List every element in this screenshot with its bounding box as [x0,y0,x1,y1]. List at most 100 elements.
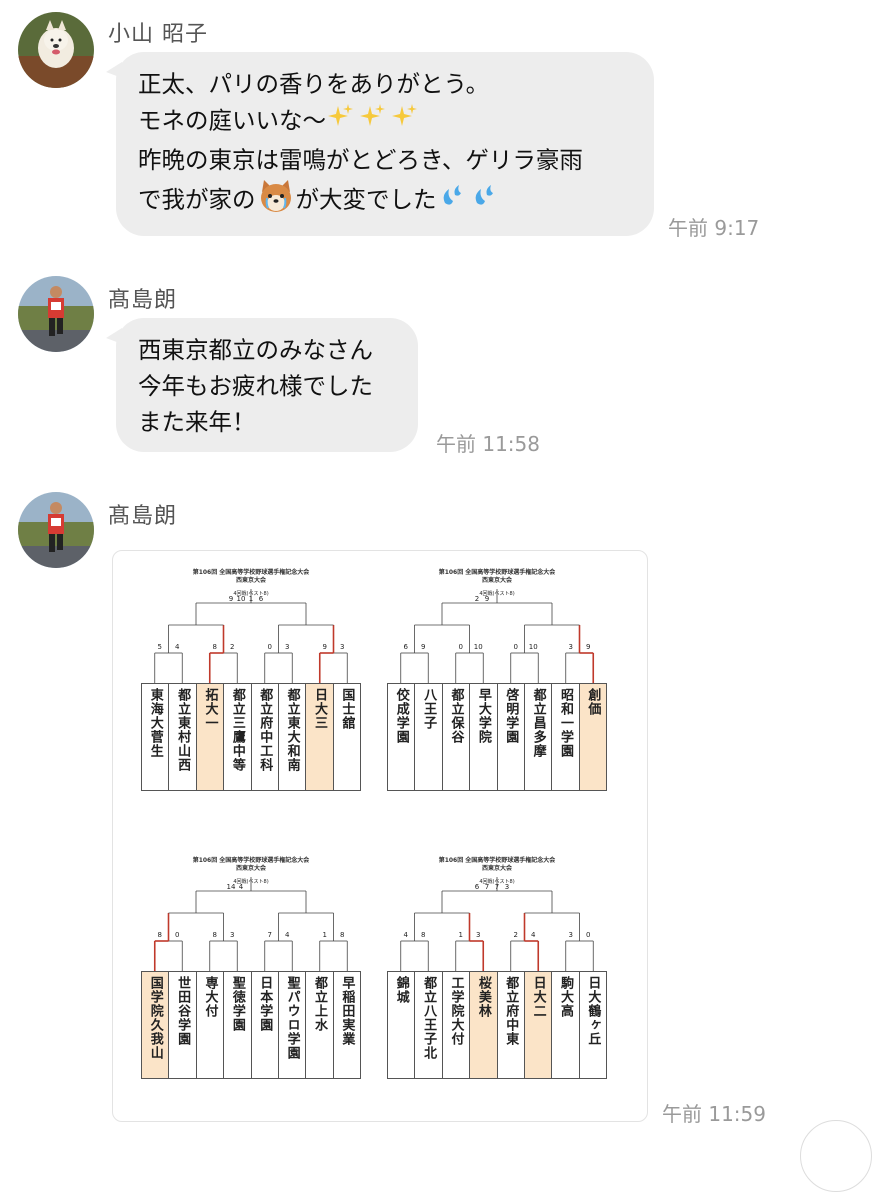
team-name: 昭和一学園 [551,683,579,791]
bracket-label: 9 [421,643,425,651]
bracket-label: 9 [586,643,590,651]
bracket-label: 8 [158,931,162,939]
sender-name: 小山 昭子 [108,22,208,47]
sweat-droplets-emoji-icon [437,181,503,221]
bracket-label: 3 [569,643,573,651]
team-name: 都立保谷 [441,683,470,791]
crying-dog-emoji-icon [256,178,296,224]
team-name: 駒大高 [551,971,579,1079]
bracket-label: 3 [285,643,289,651]
bracket-label: 4回戦(ベスト8) [479,878,514,885]
team-name: 聖徳学園 [223,971,251,1079]
message-text: が大変でした [295,185,437,214]
team-name: 佼成学園 [387,683,415,791]
team-name: 都立三鷹中等 [223,683,251,791]
bracket-label: 9 [323,643,327,651]
team-name: 日大三 [305,683,333,791]
bracket-label: 10 [529,643,538,651]
team-name: 専大付 [195,971,224,1079]
team-name: 国士舘 [332,683,361,791]
bracket-label: 4 [285,931,290,939]
bracket-label: 0 [175,931,179,939]
team-name: 都立昌多摩 [523,683,552,791]
message-line: また来年！ [138,408,256,436]
message-line-with-sparkles: モネの庭いいな〜 [138,102,632,142]
sender-name: 髙島朗 [108,504,178,529]
team-name: 創価 [578,683,607,791]
bracket-label: 8 [213,643,217,651]
bracket-label: 2 [514,931,518,939]
avatar[interactable] [18,492,94,568]
bracket-lines: 5 4 8 2 0 3 9 39 10 1 64回戦(ベスト8) [154,589,348,683]
team-name: 都立八王子北 [414,971,442,1079]
bracket-label: 1 [459,931,463,939]
message-line: 西東京都立のみなさん [138,336,373,364]
team-name: 都立府中東 [496,971,524,1079]
message-bubble[interactable]: 正太、パリの香りをありがとう。 モネの庭いいな〜 昨晩の東京は雷鳴がとどろき、ゲ… [106,52,654,236]
bracket-label: 8 [340,931,344,939]
message-line-with-emoji: で我が家の が大変でした [138,178,632,224]
bracket-label: 4回戦(ベスト8) [479,590,514,597]
team-name: 東海大菅生 [141,683,169,791]
message-line: 今年もお疲れ様でした [138,372,373,400]
bracket-label: 0 [459,643,463,651]
team-row: 錦城 都立八王子北 工学院大付 桜美林 都立府中東 日大二 駒大高 日大鶴ヶ丘 [387,971,607,1079]
team-row: 国学院久我山 世田谷学園 専大付 聖徳学園 日本学園 聖パウロ学園 都立上水 早稲田実業 [141,971,361,1079]
message-text: モネの庭いいな〜 [138,106,326,135]
team-name: 錦城 [387,971,415,1079]
team-name: 拓大一 [195,683,224,791]
message-bubble[interactable]: 西東京都立のみなさん 今年もお疲れ様でした また来年！ [106,318,418,452]
bracket-label: 0 [268,643,272,651]
bracket-label: 6 [404,643,409,651]
bracket-label: 0 [514,643,518,651]
scroll-to-bottom-button[interactable] [800,1120,872,1192]
message-timestamp: 午前 11:59 [662,1102,766,1126]
bracket-lines: 8 0 8 3 7 4 1 814 44回戦(ベスト8) [153,877,348,971]
bracket-panel: 第106回 全国高等学校野球選手権記念大会 西東京大会 6 9 0 10 0 10 3 9 2 9 4回… [387,563,607,833]
team-name: 桜美林 [469,971,497,1079]
bracket-label: 2 [230,643,234,651]
bracket-label: 3 [340,643,344,651]
team-row: 東海大菅生 都立東村山西 拓大一 都立三鷹中等 都立府中工科 都立東大和南 日大三 国士舘 [141,683,361,791]
team-row: 佼成学園 八王子 都立保谷 早大学院 啓明学園 都立昌多摩 昭和一学園 創価 [387,683,607,791]
sparkles-emoji-icon [326,102,422,142]
team-name: 八王子 [414,683,442,791]
runner-avatar-image [18,276,94,352]
team-name: 都立上水 [305,971,333,1079]
team-name: 国学院久我山 [141,971,169,1079]
team-name: 啓明学園 [496,683,524,791]
bracket-label: 0 [586,931,590,939]
avatar[interactable] [18,12,94,88]
bracket-lines: 4 8 1 3 2 4 3 06 7 7 34回戦(ベスト8) [400,877,594,971]
bracket-photo[interactable]: 第106回 全国高等学校野球選手権記念大会 西東京大会 5 4 8 2 0 3 9 3 9 10 1 6 4… [112,550,648,1122]
team-name: 工学院大付 [441,971,470,1079]
bracket-label: 4回戦(ベスト8) [233,590,268,597]
bracket-label: 4 [175,643,180,651]
message-line: 昨晩の東京は雷鳴がとどろき、ゲリラ豪雨 [138,146,583,174]
bracket-label: 4 [404,931,409,939]
bracket-label: 7 [268,931,272,939]
team-name: 世田谷学園 [168,971,196,1079]
team-name: 都立府中工科 [250,683,278,791]
bracket-lines: 6 9 0 10 0 10 3 92 94回戦(ベスト8) [400,589,595,683]
message-timestamp: 午前 11:58 [436,432,540,456]
avatar[interactable] [18,276,94,352]
message-line: 正太、パリの香りをありがとう。 [138,70,490,98]
team-name: 早大学院 [469,683,497,791]
bracket-label: 3 [569,931,573,939]
bracket-label: 8 [421,931,425,939]
bracket-label: 4 [531,931,536,939]
bracket-label: 4回戦(ベスト8) [233,878,268,885]
bracket-panel: 第106回 全国高等学校野球選手権記念大会 西東京大会 5 4 8 2 0 3 9 3 9 10 1 6 4… [141,563,361,833]
team-name: 日大鶴ヶ丘 [578,971,607,1079]
bracket-label: 5 [158,643,162,651]
dog-avatar-image [18,12,94,88]
team-name: 早稲田実業 [332,971,361,1079]
team-name: 都立東大和南 [277,683,306,791]
team-name: 都立東村山西 [168,683,196,791]
sender-name: 髙島朗 [108,288,178,313]
team-name: 日大二 [523,971,552,1079]
bracket-panel: 第106回 全国高等学校野球選手権記念大会 西東京大会 4 8 1 3 2 4 3 0 6 7 7 3 4回… [387,851,607,1121]
bracket-label: 1 [323,931,327,939]
bracket-label: 8 [213,931,217,939]
